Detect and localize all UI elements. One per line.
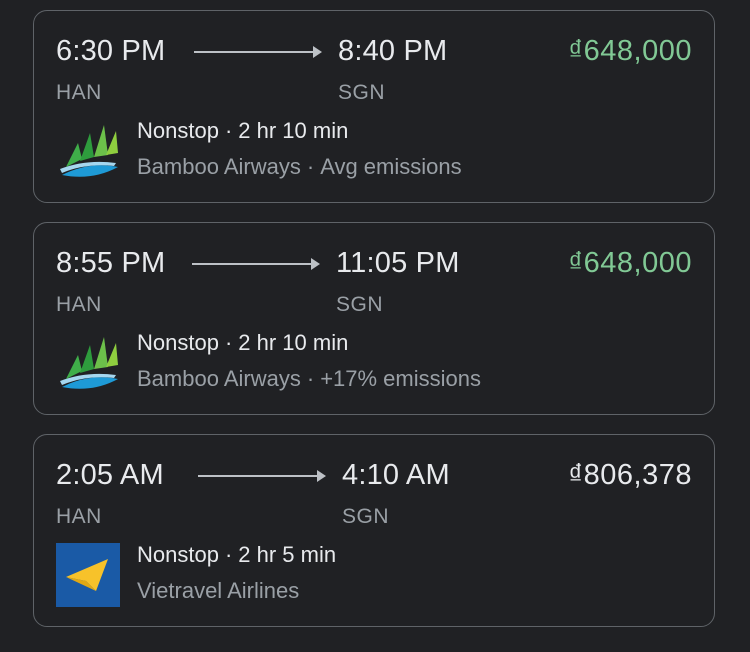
airline-emissions: Bamboo Airways · +17% emissions (137, 366, 481, 392)
duration-label: 2 hr 5 min (238, 542, 337, 567)
flight-result-card[interactable]: 8:55 PM 11:05 PM ₫648,000 HAN SGN Nonsto… (33, 222, 715, 415)
departure-time: 8:55 PM (56, 247, 166, 279)
departure-airport-code: HAN (56, 293, 102, 316)
vietravel-airlines-logo-icon (56, 543, 120, 607)
stops-label: Nonstop (137, 330, 219, 355)
airline-emissions: Vietravel Airlines (137, 578, 299, 604)
separator: · (224, 118, 233, 143)
arrival-airport-code: SGN (338, 81, 386, 104)
departure-time: 2:05 AM (56, 459, 164, 491)
arrival-time: 4:10 AM (342, 459, 450, 491)
stops-duration: Nonstop · 2 hr 10 min (137, 330, 348, 356)
separator: · (224, 542, 233, 567)
airline-emissions: Bamboo Airways · Avg emissions (137, 154, 462, 180)
arrival-airport-code: SGN (342, 505, 390, 528)
airline-name: Bamboo Airways (137, 366, 301, 391)
bamboo-airways-logo-icon (60, 337, 118, 389)
emissions-label: Avg emissions (320, 154, 462, 179)
duration-label: 2 hr 10 min (238, 118, 349, 143)
price: ₫648,000 (568, 35, 692, 67)
stops-duration: Nonstop · 2 hr 10 min (137, 118, 348, 144)
separator: · (306, 154, 315, 179)
stops-label: Nonstop (137, 118, 219, 143)
duration-label: 2 hr 10 min (238, 330, 349, 355)
airline-name: Vietravel Airlines (137, 578, 300, 603)
arrival-time: 8:40 PM (338, 35, 448, 67)
emissions-label: +17% emissions (320, 366, 481, 391)
departure-time: 6:30 PM (56, 35, 166, 67)
arrival-airport-code: SGN (336, 293, 384, 316)
arrow-right-icon (192, 258, 320, 270)
airline-name: Bamboo Airways (137, 154, 301, 179)
stops-duration: Nonstop · 2 hr 5 min (137, 542, 336, 568)
bamboo-airways-logo-icon (60, 125, 118, 177)
flight-result-card[interactable]: 6:30 PM 8:40 PM ₫648,000 HAN SGN Nonstop… (33, 10, 715, 203)
flight-result-card[interactable]: 2:05 AM 4:10 AM ₫806,378 HAN SGN Nonstop… (33, 434, 715, 627)
separator: · (224, 330, 233, 355)
price: ₫806,378 (568, 459, 692, 491)
stops-label: Nonstop (137, 542, 219, 567)
arrow-right-icon (194, 46, 322, 58)
price: ₫648,000 (568, 247, 692, 279)
arrow-right-icon (198, 470, 326, 482)
separator: · (306, 366, 315, 391)
arrival-time: 11:05 PM (336, 247, 460, 279)
departure-airport-code: HAN (56, 81, 102, 104)
departure-airport-code: HAN (56, 505, 102, 528)
